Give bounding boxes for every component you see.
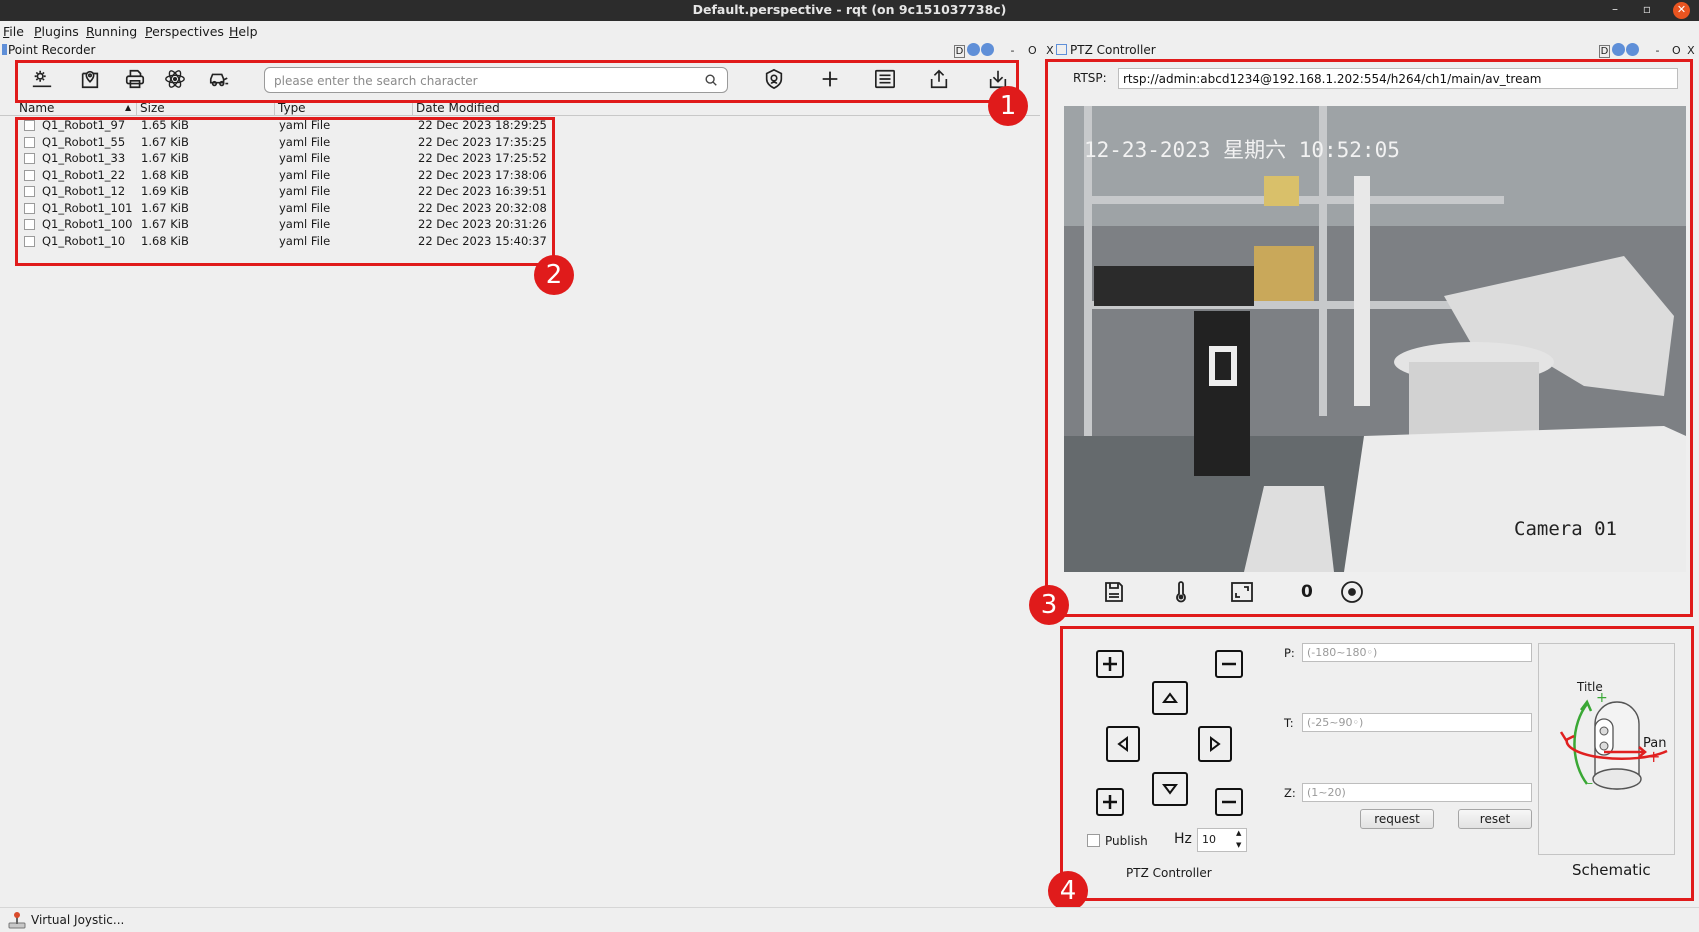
- reload-icon[interactable]: [1612, 43, 1625, 56]
- column-divider: [412, 101, 413, 115]
- col-type[interactable]: Type: [278, 101, 306, 115]
- annotation-box-4: [1060, 626, 1694, 901]
- dock-title-text: Point Recorder: [8, 43, 96, 57]
- dock-close-button[interactable]: X: [1046, 44, 1054, 57]
- sort-ascending-icon: ▲: [125, 103, 132, 112]
- menu-perspectives[interactable]: Perspectives: [145, 24, 224, 39]
- annotation-badge-3: 3: [1029, 585, 1069, 625]
- right-dock-controls: D - O X: [1599, 43, 1695, 59]
- annotation-badge-4: 4: [1048, 871, 1088, 911]
- status-bar: Virtual Joystic...: [0, 907, 1699, 932]
- close-button[interactable]: ✕: [1673, 2, 1690, 19]
- menu-running[interactable]: Running: [86, 24, 137, 39]
- dock-d-button[interactable]: D: [954, 45, 965, 58]
- column-divider: [274, 101, 275, 115]
- maximize-button[interactable]: ▫: [1636, 0, 1658, 21]
- annotation-box-3: [1045, 59, 1693, 617]
- point-recorder-dock-title: Point Recorder: [2, 43, 95, 59]
- virtual-joystick-plugin[interactable]: Virtual Joystic...: [31, 913, 124, 927]
- help-icon[interactable]: [981, 43, 994, 56]
- annotation-box-1: [15, 60, 1019, 103]
- left-dock-controls: D - O X: [954, 43, 1054, 59]
- dock-float-button[interactable]: O: [1672, 44, 1681, 57]
- window-title: Default.perspective - rqt (on 9c15103773…: [692, 2, 1007, 17]
- help-icon[interactable]: [1626, 43, 1639, 56]
- plugin-icon: [2, 44, 7, 55]
- menu-bar: File Plugins Running Perspectives Help: [0, 21, 1699, 42]
- column-divider: [136, 101, 137, 115]
- annotation-badge-1: 1: [988, 86, 1028, 126]
- col-date-modified[interactable]: Date Modified: [416, 101, 500, 115]
- annotation-badge-2: 2: [534, 255, 574, 295]
- ptz-dock-title: PTZ Controller: [1056, 43, 1156, 59]
- menu-file[interactable]: File: [3, 24, 24, 39]
- annotation-box-2: [15, 117, 555, 266]
- menu-help[interactable]: Help: [229, 24, 258, 39]
- file-table-header: Name ▲ Size Type Date Modified: [0, 101, 1040, 116]
- window-titlebar: Default.perspective - rqt (on 9c15103773…: [0, 0, 1699, 21]
- reload-icon[interactable]: [967, 43, 980, 56]
- dock-title-text: PTZ Controller: [1070, 43, 1156, 57]
- col-size[interactable]: Size: [140, 101, 165, 115]
- col-name[interactable]: Name: [19, 101, 54, 115]
- dock-minimize-button[interactable]: -: [1011, 44, 1015, 57]
- dock-close-button[interactable]: X: [1687, 44, 1695, 57]
- plugin-icon: [1056, 44, 1067, 55]
- dock-minimize-button[interactable]: -: [1656, 44, 1660, 57]
- menu-plugins[interactable]: Plugins: [34, 24, 79, 39]
- minimize-button[interactable]: –: [1604, 0, 1626, 21]
- dock-float-button[interactable]: O: [1028, 44, 1037, 57]
- joystick-icon[interactable]: [8, 911, 26, 929]
- dock-d-button[interactable]: D: [1599, 45, 1610, 58]
